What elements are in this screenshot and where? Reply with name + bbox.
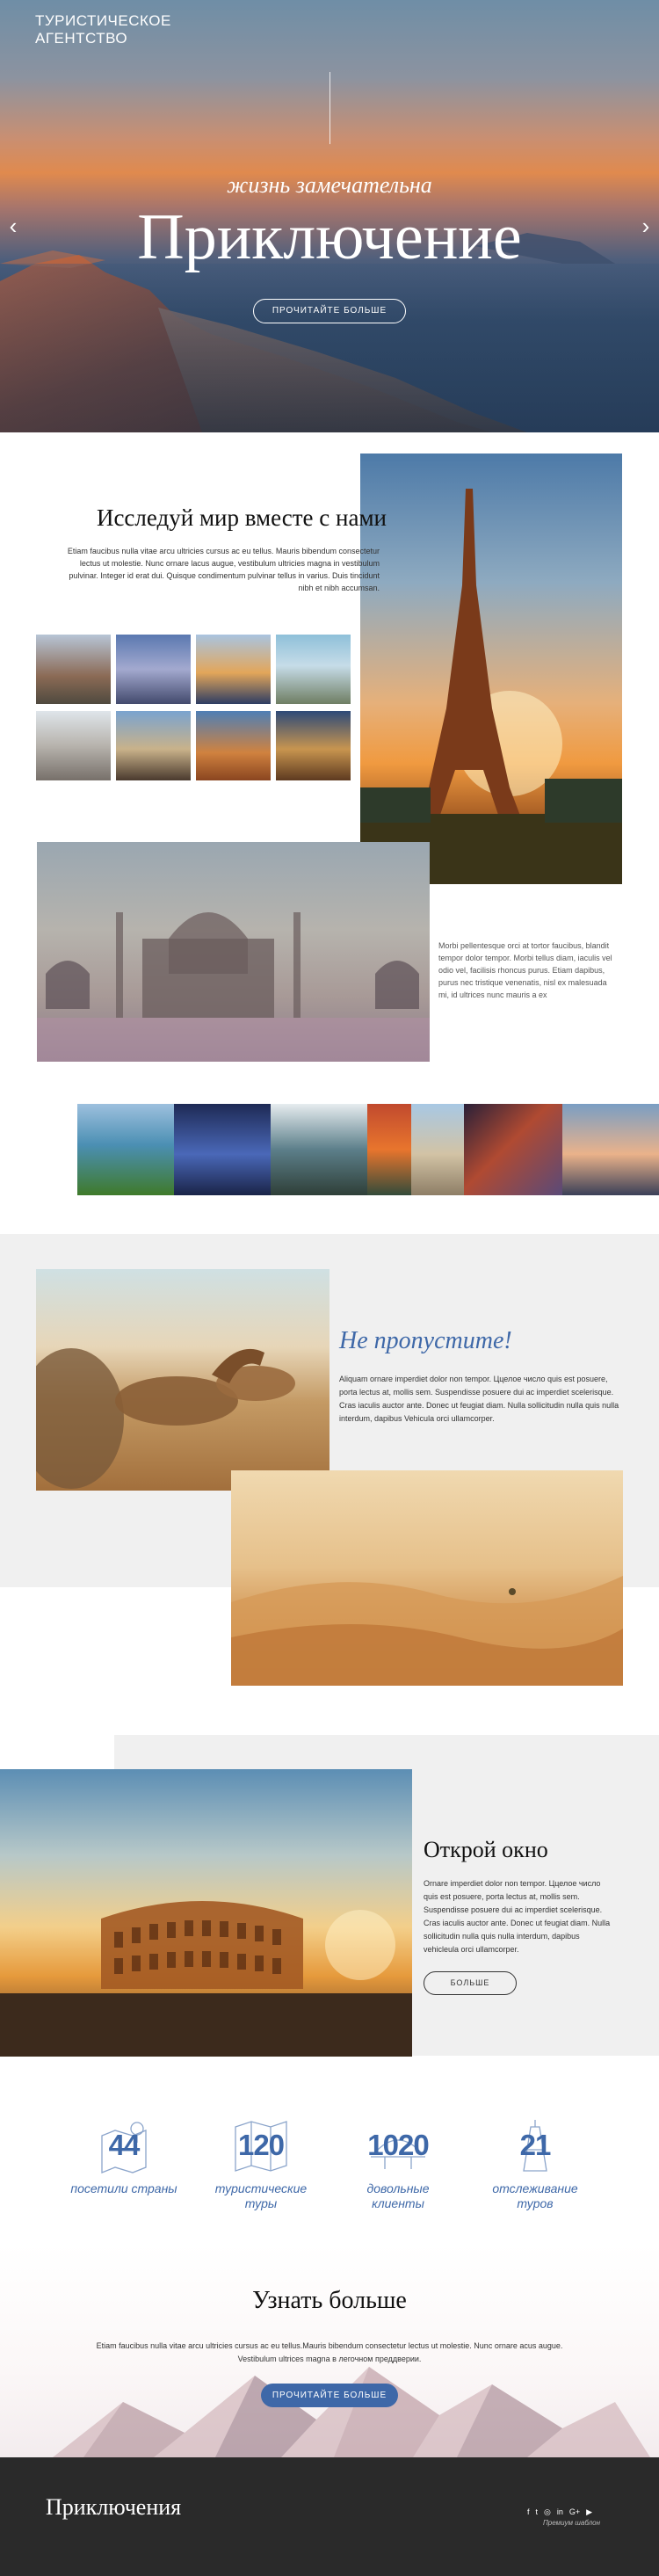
- gallery-thumb-colosseum[interactable]: [276, 711, 351, 780]
- chevron-left-icon[interactable]: ‹: [4, 214, 23, 237]
- social-links: f t ◎ in G+ ▶: [527, 2503, 598, 2517]
- strip-photo-coast[interactable]: [562, 1104, 659, 1195]
- twitter-icon[interactable]: t: [536, 2507, 539, 2516]
- more-button[interactable]: БОЛЬШЕ: [424, 1971, 517, 1995]
- strip-photo-pisa[interactable]: [411, 1104, 464, 1195]
- taj-text: Morbi pellentesque orci at tortor faucib…: [438, 941, 612, 999]
- stat-number: 1020: [367, 2129, 429, 2161]
- gallery-thumb-skyline[interactable]: [196, 635, 271, 704]
- desert-image: [231, 1470, 623, 1686]
- explore-title: Исследуй мир вместе с нами: [96, 504, 387, 531]
- eiffel-tower-image: [360, 454, 622, 884]
- footer-note[interactable]: Премиум шаблон: [543, 2519, 600, 2527]
- camels-image: [36, 1269, 330, 1491]
- instagram-icon[interactable]: ◎: [544, 2507, 551, 2517]
- stat-label: отслеживание туров: [492, 2181, 578, 2210]
- strip-photo-lake[interactable]: [77, 1104, 174, 1195]
- learn-more-text: Etiam faucibus nulla vitae arcu ultricie…: [96, 2341, 563, 2363]
- hero-subtitle: жизнь замечательна: [227, 172, 432, 198]
- slider-dot[interactable]: [343, 433, 353, 435]
- stat-label: туристические туры: [214, 2181, 308, 2210]
- stat-tours: 120 туристические туры: [204, 2118, 318, 2211]
- hero-read-more-button[interactable]: ПРОЧИТАЙТЕ БОЛЬШЕ: [253, 299, 406, 323]
- stat-number: 44: [108, 2129, 141, 2161]
- site-logo[interactable]: ТУРИСТИЧЕСКОЕ АГЕНТСТВО: [35, 12, 193, 47]
- gallery-thumb-cathedral[interactable]: [116, 711, 191, 780]
- strip-photo-traveler[interactable]: [367, 1104, 411, 1195]
- dont-miss-title: Не пропустите!: [339, 1327, 512, 1354]
- facebook-icon[interactable]: f: [527, 2507, 530, 2516]
- strip-photo-mountains[interactable]: [271, 1104, 367, 1195]
- dont-miss-text: Aliquam ornare imperdiet dolor non tempo…: [339, 1375, 619, 1423]
- colosseum-image: [0, 1769, 412, 2057]
- google-plus-icon[interactable]: G+: [569, 2507, 580, 2516]
- map-pin-icon: 44: [93, 2118, 155, 2174]
- happy-clients-icon: 1020: [367, 2118, 430, 2174]
- photo-strip: [77, 1104, 659, 1195]
- stat-label: довольные клиенты: [366, 2181, 430, 2210]
- open-window-title: Открой окно: [424, 1837, 548, 1862]
- map-icon: 120: [230, 2118, 292, 2174]
- footer-brand[interactable]: Приключения: [46, 2494, 181, 2521]
- taj-mahal-image: [37, 842, 430, 1062]
- stat-countries: 44 посетили страны: [67, 2118, 181, 2196]
- linkedin-icon[interactable]: in: [557, 2507, 563, 2516]
- hero-title: Приключение: [137, 201, 522, 273]
- gallery-thumb-santorini[interactable]: [36, 711, 111, 780]
- open-window-text: Ornare imperdiet dolor non tempor. Ццело…: [424, 1879, 611, 1954]
- gallery-thumb-castle[interactable]: [36, 635, 111, 704]
- slider-dots: [303, 424, 356, 435]
- stat-number: 21: [519, 2129, 552, 2161]
- learn-more-title: Узнать больше: [252, 2287, 407, 2314]
- tower-icon: 21: [504, 2118, 566, 2174]
- stat-label: посетили страны: [70, 2181, 177, 2195]
- strip-photo-building[interactable]: [464, 1104, 562, 1195]
- learn-more-button[interactable]: ПРОЧИТАЙТЕ БОЛЬШЕ: [261, 2384, 398, 2407]
- youtube-icon[interactable]: ▶: [586, 2507, 592, 2517]
- slider-dot[interactable]: [330, 433, 340, 435]
- chevron-right-icon[interactable]: ›: [636, 214, 655, 237]
- stat-number: 120: [237, 2129, 285, 2161]
- stat-clients: 1020 довольные клиенты: [341, 2118, 455, 2211]
- strip-photo-night-city[interactable]: [174, 1104, 271, 1195]
- gallery-thumb-big-ben[interactable]: [276, 635, 351, 704]
- gallery-thumb-canyon[interactable]: [196, 711, 271, 780]
- gallery-thumb-city[interactable]: [116, 635, 191, 704]
- slider-dot[interactable]: [316, 433, 327, 435]
- slider-dot[interactable]: [303, 433, 314, 435]
- explore-text: Etiam faucibus nulla vitae arcu ultricie…: [67, 547, 380, 592]
- stat-tracking: 21 отслеживание туров: [478, 2118, 592, 2211]
